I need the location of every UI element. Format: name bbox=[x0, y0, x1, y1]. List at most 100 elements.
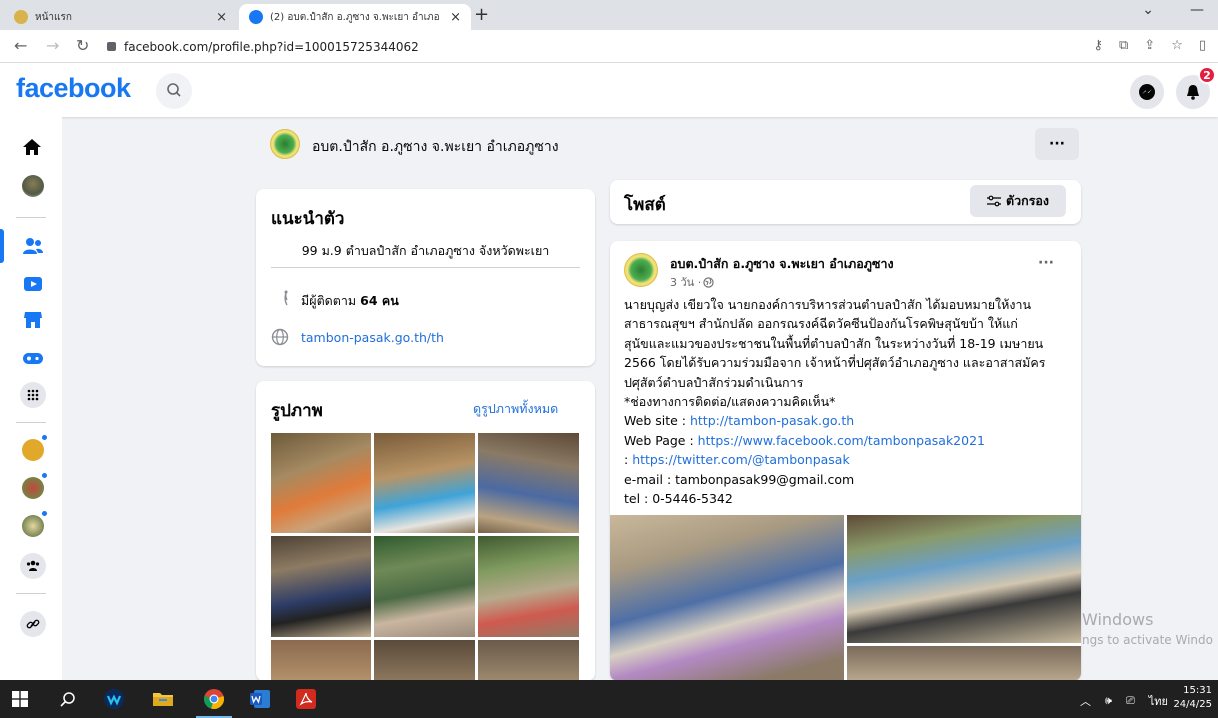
tab-close-icon[interactable]: × bbox=[216, 10, 227, 25]
rss-followers-icon bbox=[284, 290, 288, 306]
intro-card: แนะนำตัว 99 ม.9 ตำบลปำสัก อำเภอภูซาง จัง… bbox=[256, 189, 595, 366]
home-icon[interactable] bbox=[22, 137, 42, 157]
minimize-icon[interactable]: — bbox=[1190, 2, 1204, 18]
key-icon[interactable]: ⚷ bbox=[1093, 38, 1103, 53]
forward-arrow-icon[interactable]: → bbox=[46, 36, 59, 55]
search-icon[interactable] bbox=[60, 691, 76, 707]
posts-header-card: โพสต์ ตัวกรอง bbox=[610, 180, 1081, 224]
photo-thumbnail[interactable] bbox=[374, 433, 475, 533]
browser-tab-facebook[interactable]: (2) อบต.ปำสัก อ.ภูซาง จ.พะเยา อำเภอ × bbox=[239, 4, 471, 30]
page-name[interactable]: อบต.ปำสัก อ.ภูซาง จ.พะเยา อำเภอภูซาง bbox=[312, 136, 559, 158]
post-more-options-icon[interactable]: ··· bbox=[1038, 255, 1054, 271]
reload-icon[interactable]: ↻ bbox=[76, 36, 89, 55]
gaming-icon[interactable] bbox=[22, 347, 44, 369]
acrobat-pdf-icon[interactable] bbox=[295, 688, 317, 710]
tab-title: หน้าแรก bbox=[35, 11, 72, 23]
filter-button[interactable]: ตัวกรอง bbox=[970, 185, 1066, 217]
share-icon[interactable]: ⇪ bbox=[1144, 38, 1155, 53]
post-card: อบต.ปำสัก อ.ภูซาง จ.พะเยา อำเภอภูซาง 3 ว… bbox=[610, 241, 1081, 681]
install-app-icon[interactable]: ⧉ bbox=[1119, 38, 1128, 53]
tab-close-icon[interactable]: × bbox=[450, 10, 461, 25]
file-explorer-icon[interactable] bbox=[152, 688, 174, 710]
profile-avatar-icon[interactable] bbox=[22, 175, 44, 197]
groups-button[interactable] bbox=[20, 553, 46, 579]
network-icon[interactable]: ⎚ bbox=[1126, 694, 1135, 708]
address-bar[interactable]: facebook.com/profile.php?id=100015725344… bbox=[107, 34, 1107, 59]
photo-thumbnail[interactable] bbox=[271, 640, 371, 681]
webex-app-icon[interactable] bbox=[103, 688, 125, 710]
post-photo[interactable] bbox=[847, 646, 1081, 681]
post-line: ปศุสัตว์ตำบลปำสักร่วมดำเนินการ bbox=[624, 374, 804, 390]
toolbar-icons: ⚷ ⧉ ⇪ ☆ ▯ bbox=[1093, 38, 1206, 53]
globe-icon bbox=[271, 328, 289, 346]
back-arrow-icon[interactable]: ← bbox=[14, 36, 27, 55]
shortcut-group-icon[interactable] bbox=[22, 515, 44, 537]
new-tab-button[interactable]: + bbox=[474, 4, 489, 25]
groups-icon bbox=[26, 560, 40, 571]
photos-title: รูปภาพ bbox=[271, 401, 323, 421]
intro-address: 99 ม.9 ตำบลปำสัก อำเภอภูซาง จังหวัดพะเยา bbox=[301, 243, 550, 258]
left-navigation-rail bbox=[0, 117, 62, 680]
rail-divider bbox=[16, 422, 46, 423]
marketplace-icon[interactable] bbox=[22, 309, 44, 331]
photo-thumbnail[interactable] bbox=[478, 536, 579, 637]
taskbar-clock[interactable]: 15:31 24/4/25 bbox=[1173, 684, 1212, 712]
input-language[interactable]: ไทย bbox=[1149, 692, 1168, 710]
see-all-photos-link[interactable]: ดูรูปภาพทั้งหมด bbox=[473, 399, 558, 419]
windows-start-icon[interactable] bbox=[12, 691, 28, 707]
intro-title: แนะนำตัว bbox=[271, 209, 345, 229]
facebook-logo[interactable]: facebook bbox=[16, 73, 131, 104]
photo-thumbnail[interactable] bbox=[271, 536, 371, 637]
windows-taskbar: ︿ 🕪 ⎚ ไทย 15:31 24/4/25 bbox=[0, 680, 1218, 718]
speaker-icon[interactable]: 🕪 bbox=[1105, 694, 1112, 708]
browser-toolbar: ← → ↻ facebook.com/profile.php?id=100015… bbox=[0, 30, 1218, 63]
link-button[interactable] bbox=[20, 611, 46, 637]
post-photo[interactable] bbox=[847, 515, 1081, 643]
post-author-name[interactable]: อบต.ปำสัก อ.ภูซาง จ.พะเยา อำเภอภูซาง bbox=[670, 254, 894, 274]
tray-overflow-icon[interactable]: ︿ bbox=[1080, 693, 1091, 709]
notification-count-badge: 2 bbox=[1198, 66, 1216, 84]
clock-time: 15:31 bbox=[1183, 685, 1212, 696]
side-panel-icon[interactable]: ▯ bbox=[1199, 38, 1206, 53]
bell-icon bbox=[1187, 85, 1199, 100]
post-photo[interactable] bbox=[610, 515, 844, 681]
watch-video-icon[interactable] bbox=[22, 273, 44, 295]
messenger-button[interactable] bbox=[1130, 75, 1164, 109]
post-text: นายบุญส่ง เขียวใจ นายกองค์การบริหารส่วนต… bbox=[624, 295, 1045, 508]
photo-thumbnail[interactable] bbox=[478, 640, 579, 681]
chrome-icon[interactable] bbox=[203, 688, 225, 710]
word-icon[interactable] bbox=[249, 688, 271, 710]
active-indicator bbox=[0, 229, 4, 263]
more-options-button[interactable]: ··· bbox=[1035, 128, 1079, 160]
post-line: สุนัขและแมวของประชาชนในพื้นที่ตำบลปำสัก … bbox=[624, 335, 1044, 351]
post-author-avatar[interactable] bbox=[624, 253, 658, 287]
photo-thumbnail[interactable] bbox=[478, 433, 579, 533]
browser-tab-home[interactable]: หน้าแรก × bbox=[4, 4, 237, 30]
grid-icon bbox=[27, 389, 39, 401]
search-button[interactable] bbox=[156, 73, 192, 109]
friends-icon[interactable] bbox=[22, 235, 44, 257]
shortcut-group-icon[interactable] bbox=[22, 439, 44, 461]
post-webpage-link[interactable]: https://www.facebook.com/tambonpasak2021 bbox=[698, 433, 985, 448]
post-twitter-link[interactable]: https://twitter.com/@tambonpasak bbox=[632, 452, 850, 467]
shortcut-page-icon[interactable] bbox=[22, 477, 44, 499]
page-name-bar: อบต.ปำสัก อ.ภูซาง จ.พะเยา อำเภอภูซาง ··· bbox=[255, 124, 1081, 172]
watermark-line: Windows bbox=[1082, 610, 1154, 629]
photo-thumbnail[interactable] bbox=[374, 536, 475, 637]
unread-dot bbox=[40, 509, 49, 518]
link-icon bbox=[26, 619, 40, 629]
photo-thumbnail[interactable] bbox=[271, 433, 371, 533]
website-link[interactable]: tambon-pasak.go.th/th bbox=[301, 330, 444, 345]
post-line: *ช่องทางการติดต่อ/แสดงความคิดเห็น* bbox=[624, 394, 836, 410]
page-avatar-logo[interactable] bbox=[270, 129, 300, 159]
tab-search-icon[interactable]: ⌄ bbox=[1142, 2, 1154, 18]
photo-thumbnail[interactable] bbox=[374, 640, 475, 681]
bookmark-star-icon[interactable]: ☆ bbox=[1171, 38, 1183, 53]
followers-text: มีผู้ติดตาม 64 คน bbox=[301, 291, 399, 311]
post-time[interactable]: 3 วัน · bbox=[670, 273, 701, 291]
photos-card: รูปภาพ ดูรูปภาพทั้งหมด bbox=[256, 381, 595, 681]
followers-count: 64 คน bbox=[360, 293, 399, 308]
menu-grid-button[interactable] bbox=[20, 382, 46, 408]
watermark-line: ngs to activate Windo bbox=[1082, 633, 1213, 647]
post-website-link[interactable]: http://tambon-pasak.go.th bbox=[690, 413, 854, 428]
